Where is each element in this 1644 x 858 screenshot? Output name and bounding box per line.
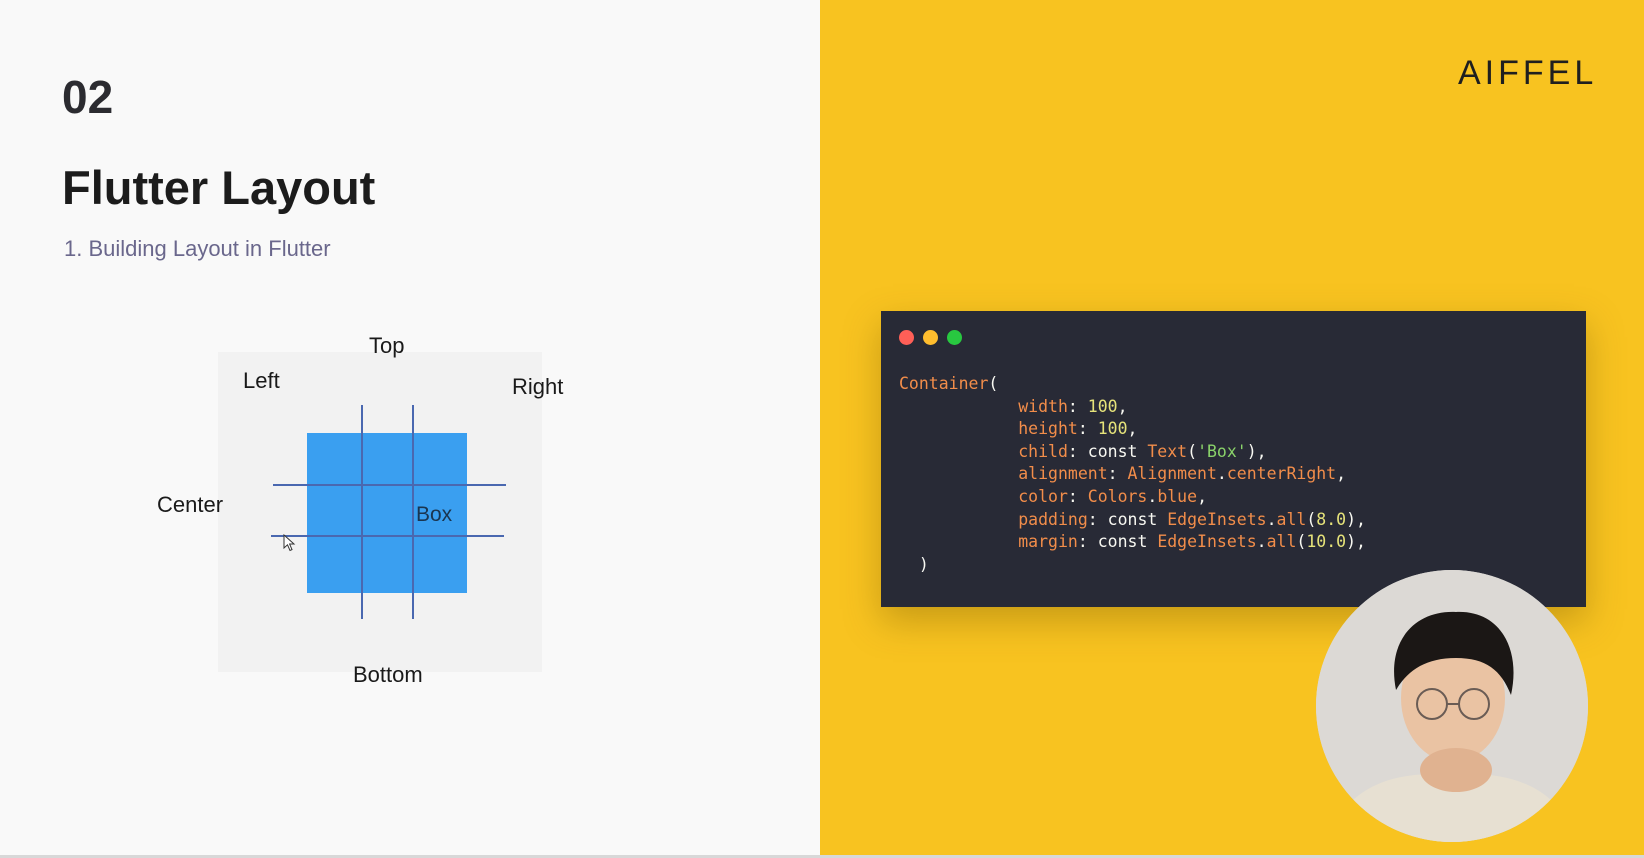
- code-token: alignment: [1018, 464, 1108, 484]
- label-center: Center: [157, 492, 224, 517]
- code-token: Alignment: [1127, 464, 1217, 484]
- code-token: 10.0: [1306, 532, 1347, 552]
- code-token: blue: [1157, 486, 1198, 506]
- guide-line-vertical-2: [412, 405, 414, 619]
- code-token: ),: [1346, 509, 1366, 529]
- code-token: const: [1107, 509, 1168, 529]
- code-token: (: [1296, 532, 1307, 552]
- code-token: :: [1087, 509, 1108, 529]
- code-token: ,: [1197, 486, 1207, 506]
- code-token: ),: [1246, 441, 1267, 461]
- code-token: const: [1097, 532, 1158, 552]
- code-token: padding: [1018, 509, 1088, 529]
- code-token: 8.0: [1316, 509, 1347, 529]
- guide-line-vertical-1: [361, 405, 363, 619]
- code-token: EdgeInsets: [1157, 532, 1257, 552]
- code-line: padding: const EdgeInsets.all(8.0),: [899, 509, 1366, 532]
- guide-line-horizontal-2: [271, 535, 504, 537]
- code-line: color: Colors.blue,: [899, 486, 1366, 509]
- label-bottom: Bottom: [353, 662, 423, 687]
- code-token: (: [1306, 509, 1317, 529]
- code-token: ,: [1117, 396, 1128, 416]
- box-label: Box: [416, 503, 453, 526]
- code-token: :: [1077, 532, 1098, 552]
- code-token: height: [1018, 419, 1078, 439]
- code-token: .: [1256, 532, 1267, 552]
- code-token: Colors: [1087, 486, 1148, 506]
- slide-title: Flutter Layout: [62, 161, 376, 214]
- code-window: Container( width: 100, height: 100, chil…: [881, 311, 1586, 607]
- label-top: Top: [369, 333, 405, 358]
- code-token: 'Box': [1197, 441, 1247, 461]
- code-token: margin: [1018, 532, 1078, 552]
- code-line: ): [899, 554, 1366, 577]
- guide-line-horizontal-1: [273, 484, 506, 486]
- code-token: EdgeInsets: [1167, 509, 1267, 529]
- close-dot-icon: [899, 330, 914, 345]
- label-right: Right: [512, 374, 564, 399]
- code-token: ,: [1336, 464, 1347, 484]
- presenter-video: [1316, 570, 1588, 842]
- code-token: .: [1266, 509, 1277, 529]
- code-token: width: [1018, 396, 1068, 416]
- code-token: color: [1018, 486, 1068, 506]
- code-line: child: const Text('Box'),: [899, 441, 1366, 464]
- code-line: height: 100,: [899, 418, 1366, 441]
- code-token: :: [1107, 464, 1128, 484]
- code-token: all: [1266, 532, 1297, 552]
- code-token: .: [1147, 486, 1158, 506]
- code-token: 100: [1097, 419, 1128, 439]
- code-token: 100: [1087, 396, 1118, 416]
- code-token: (: [988, 374, 999, 393]
- code-token: ,: [1127, 419, 1138, 439]
- code-line: margin: const EdgeInsets.all(10.0),: [899, 531, 1366, 554]
- code-token: (: [1187, 441, 1198, 461]
- label-left: Left: [243, 368, 280, 393]
- aiffel-logo: AIFFEL: [1458, 54, 1598, 92]
- code-token: centerRight: [1226, 464, 1337, 484]
- code-token: const: [1087, 441, 1148, 461]
- section-number: 02: [62, 71, 114, 123]
- code-token: ): [918, 554, 929, 574]
- presenter-avatar: [1316, 570, 1588, 842]
- code-token: child: [1018, 441, 1068, 461]
- code-token: ),: [1346, 532, 1366, 552]
- code-block: Container( width: 100, height: 100, chil…: [899, 373, 1366, 576]
- code-token: all: [1276, 509, 1307, 529]
- code-token: :: [1067, 441, 1088, 461]
- mouse-cursor-icon: [283, 534, 296, 552]
- maximize-dot-icon: [947, 330, 962, 345]
- slide-subtitle: 1. Building Layout in Flutter: [64, 236, 331, 261]
- code-token: :: [1077, 419, 1098, 439]
- code-token: Container: [899, 374, 989, 393]
- code-token: Text: [1147, 441, 1188, 461]
- minimize-dot-icon: [923, 330, 938, 345]
- code-token: :: [1067, 396, 1088, 416]
- code-token: :: [1067, 486, 1088, 506]
- code-token: .: [1216, 464, 1227, 484]
- code-line: Container(: [899, 373, 1366, 396]
- code-line: width: 100,: [899, 396, 1366, 419]
- code-line: alignment: Alignment.centerRight,: [899, 463, 1366, 486]
